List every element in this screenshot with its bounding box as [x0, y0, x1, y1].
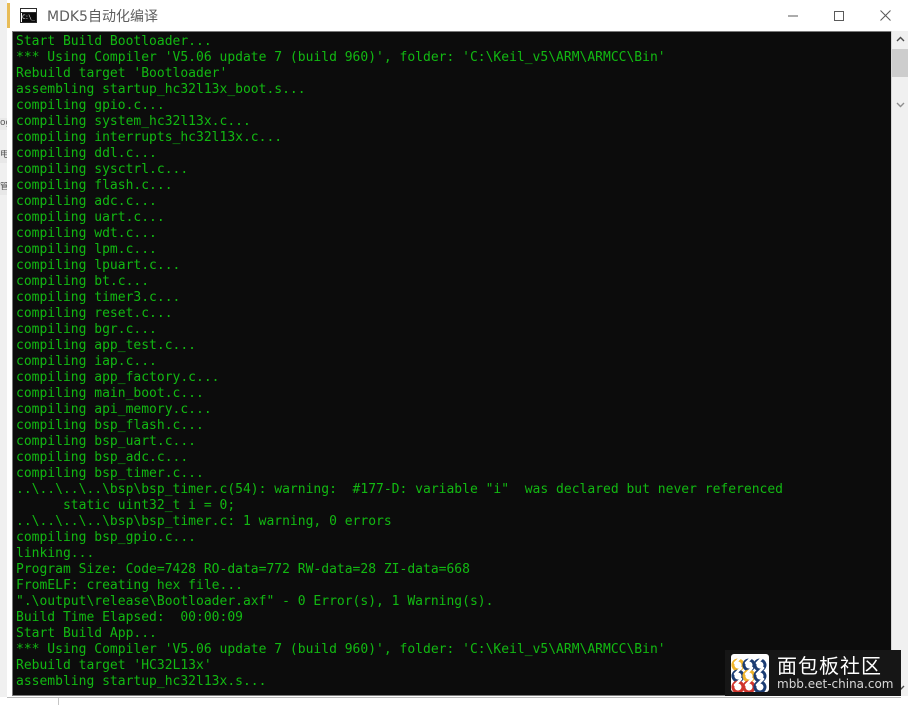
- console-line: compiling sysctrl.c...: [16, 162, 189, 177]
- console-line: ..\..\..\..\bsp\bsp_timer.c: 1 warning, …: [16, 514, 392, 529]
- console-line: compiling lpm.c...: [16, 242, 157, 257]
- scroll-up-arrow-icon[interactable]: [892, 31, 908, 48]
- console-line: compiling interrupts_hc32l13x.c...: [16, 130, 283, 145]
- console-line: compiling bsp_uart.c...: [16, 434, 197, 449]
- console-line: FromELF: creating hex file...: [16, 578, 243, 593]
- title-bar[interactable]: MDK5自动化编译: [7, 0, 908, 32]
- console-line: compiling app_factory.c...: [16, 370, 220, 385]
- console-line: linking...: [16, 546, 95, 561]
- watermark-logo-icon: [731, 654, 769, 692]
- window-controls: [770, 0, 908, 31]
- console-line: compiling gpio.c...: [16, 98, 165, 113]
- console-line: Rebuild target 'Bootloader': [16, 66, 228, 81]
- console-line: compiling bgr.c...: [16, 322, 157, 337]
- console-line: compiling wdt.c...: [16, 226, 157, 241]
- bottom-divider: [7, 697, 901, 698]
- vertical-scrollbar[interactable]: [891, 31, 908, 696]
- close-button[interactable]: [862, 0, 908, 31]
- console-line: compiling main_boot.c...: [16, 386, 204, 401]
- scrollbar-thumb[interactable]: [892, 49, 908, 77]
- console-line: compiling system_hc32l13x.c...: [16, 114, 251, 129]
- console-line: compiling bsp_adc.c...: [16, 450, 189, 465]
- console-line: compiling bt.c...: [16, 274, 150, 289]
- console-line: compiling reset.c...: [16, 306, 173, 321]
- console-line: compiling bsp_gpio.c...: [16, 530, 197, 545]
- console-line: static uint32_t i = 0;: [16, 498, 236, 513]
- console-line: compiling ddl.c...: [16, 146, 157, 161]
- maximize-button[interactable]: [816, 0, 862, 31]
- console-line: Start Build Bootloader...: [16, 34, 212, 49]
- console-line: compiling uart.c...: [16, 210, 165, 225]
- watermark-name: 面包板社区: [777, 654, 882, 678]
- bottom-divider-tick: [58, 698, 59, 705]
- console-line: compiling timer3.c...: [16, 290, 181, 305]
- console-line: ..\..\..\..\bsp\bsp_timer.c(54): warning…: [16, 482, 784, 497]
- minimize-button[interactable]: [770, 0, 816, 31]
- console-line: compiling adc.c...: [16, 194, 157, 209]
- titlebar-accent-stripe: [7, 3, 10, 28]
- console-line: compiling app_test.c...: [16, 338, 197, 353]
- mdk5-build-window: MDK5自动化编译 Start Build Bootloader...: [7, 0, 908, 705]
- console-line: ".\output\release\Bootloader.axf" - 0 Er…: [16, 594, 494, 609]
- console-line: Program Size: Code=7428 RO-data=772 RW-d…: [16, 562, 470, 577]
- console-line: compiling api_memory.c...: [16, 402, 212, 417]
- console-line: Start Build App...: [16, 626, 157, 641]
- console-line: Build Time Elapsed: 00:00:09: [16, 610, 243, 625]
- console-line: compiling bsp_flash.c...: [16, 418, 204, 433]
- watermark-text: 面包板社区 mbb.eet-china.com: [777, 655, 893, 691]
- console-line: compiling lpuart.c...: [16, 258, 181, 273]
- console-line: compiling flash.c...: [16, 178, 173, 193]
- console-line: compiling iap.c...: [16, 354, 157, 369]
- window-bottom-edge: [0, 697, 908, 705]
- scroll-mark-icon[interactable]: [892, 97, 908, 111]
- watermark-url: mbb.eet-china.com: [777, 677, 894, 691]
- window-title: MDK5自动化编译: [47, 8, 158, 25]
- command-prompt-icon: [20, 8, 37, 23]
- watermark: 面包板社区 mbb.eet-china.com: [725, 650, 901, 696]
- console-line: compiling bsp_timer.c...: [16, 466, 204, 481]
- console-line: assembling startup_hc32l13x_boot.s...: [16, 82, 306, 97]
- console-output-text[interactable]: Start Build Bootloader... *** Using Compi…: [13, 32, 890, 695]
- console-output-panel: Start Build Bootloader... *** Using Compi…: [12, 31, 908, 696]
- console-line: *** Using Compiler 'V5.06 update 7 (buil…: [16, 50, 666, 65]
